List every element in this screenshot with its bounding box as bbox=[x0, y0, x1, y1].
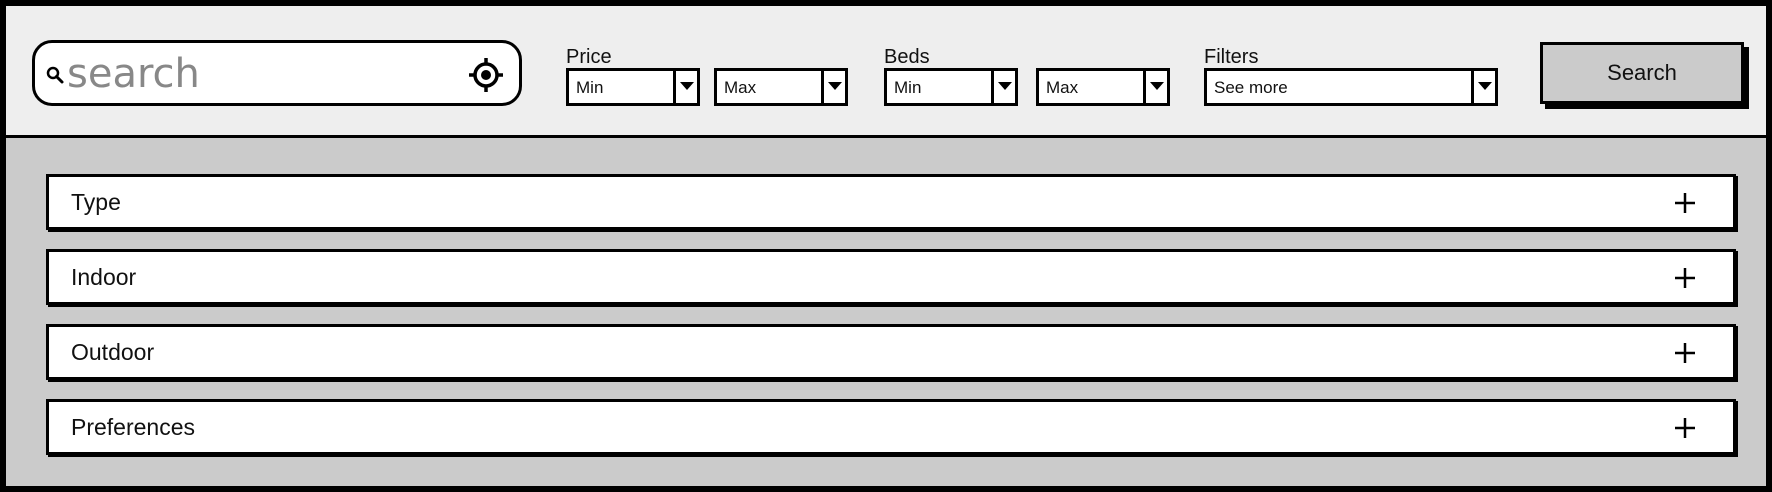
beds-min-value: Min bbox=[894, 78, 922, 97]
accordion-label: Indoor bbox=[71, 264, 137, 290]
search-input[interactable] bbox=[67, 49, 447, 99]
search-header: Price Min Max Beds Min Max bbox=[6, 6, 1766, 138]
accordion-preferences[interactable]: Preferences bbox=[46, 399, 1736, 455]
search-field[interactable] bbox=[32, 40, 522, 106]
chevron-down-icon[interactable] bbox=[1143, 71, 1167, 103]
filters-value: See more bbox=[1214, 78, 1288, 97]
beds-max-select[interactable]: Max bbox=[1036, 68, 1170, 106]
filters-select[interactable]: See more bbox=[1204, 68, 1498, 106]
beds-min-select[interactable]: Min bbox=[884, 68, 1018, 106]
accordion-indoor[interactable]: Indoor bbox=[46, 249, 1736, 305]
beds-label: Beds bbox=[884, 46, 930, 68]
chevron-down-icon[interactable] bbox=[673, 71, 697, 103]
plus-icon[interactable] bbox=[1673, 191, 1697, 215]
search-button[interactable]: Search bbox=[1540, 42, 1744, 104]
chevron-down-icon[interactable] bbox=[1471, 71, 1495, 103]
filters-label: Filters bbox=[1204, 46, 1259, 68]
search-icon bbox=[45, 65, 65, 85]
accordion-outdoor[interactable]: Outdoor bbox=[46, 324, 1736, 380]
price-min-select[interactable]: Min bbox=[566, 68, 700, 106]
plus-icon[interactable] bbox=[1673, 416, 1697, 440]
locate-icon[interactable] bbox=[467, 56, 505, 94]
price-label: Price bbox=[566, 46, 612, 68]
app-frame: Price Min Max Beds Min Max bbox=[0, 0, 1772, 492]
price-max-select[interactable]: Max bbox=[714, 68, 848, 106]
plus-icon[interactable] bbox=[1673, 266, 1697, 290]
plus-icon[interactable] bbox=[1673, 341, 1697, 365]
accordion-label: Outdoor bbox=[71, 339, 155, 365]
accordion-type[interactable]: Type bbox=[46, 174, 1736, 230]
chevron-down-icon[interactable] bbox=[821, 71, 845, 103]
chevron-down-icon[interactable] bbox=[991, 71, 1015, 103]
accordion-label: Type bbox=[71, 189, 121, 215]
price-min-value: Min bbox=[576, 78, 604, 97]
price-max-value: Max bbox=[724, 78, 757, 97]
beds-max-value: Max bbox=[1046, 78, 1079, 97]
accordion-label: Preferences bbox=[71, 414, 196, 440]
